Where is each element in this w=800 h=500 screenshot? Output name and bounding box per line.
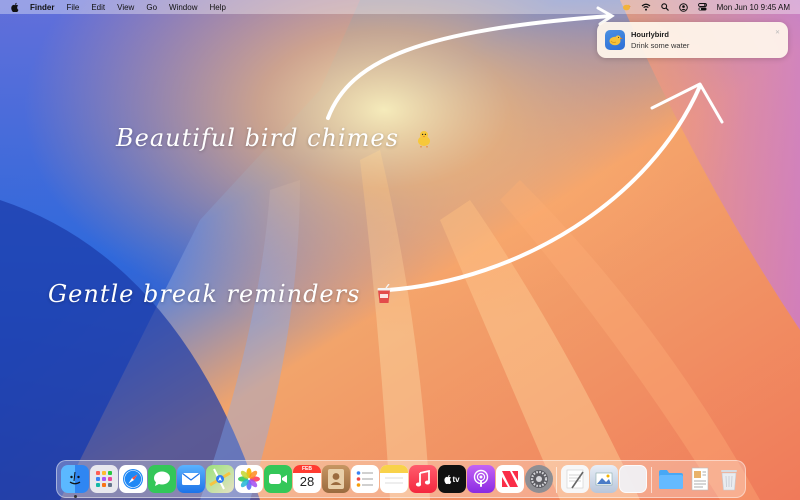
menu-file[interactable]: File <box>66 3 79 12</box>
notes-icon[interactable] <box>380 465 408 493</box>
contacts-icon[interactable] <box>322 465 350 493</box>
user-account-icon[interactable] <box>678 2 688 12</box>
notification-title: Hourlybird <box>631 30 669 39</box>
baby-chick-icon <box>414 126 434 154</box>
music-icon[interactable] <box>409 465 437 493</box>
photos-icon[interactable] <box>235 465 263 493</box>
menu-app-name[interactable]: Finder <box>30 3 54 12</box>
calendar-icon[interactable]: FEB 28 <box>293 465 321 493</box>
finder-icon[interactable] <box>61 465 89 493</box>
wifi-icon[interactable] <box>641 3 651 11</box>
calendar-day: 28 <box>299 474 315 489</box>
menu-go[interactable]: Go <box>146 3 157 12</box>
reminders-icon[interactable] <box>351 465 379 493</box>
calendar-month: FEB <box>293 465 321 473</box>
finder-running-indicator <box>73 495 77 498</box>
notification-close-icon[interactable]: ✕ <box>775 29 780 36</box>
trash-icon[interactable] <box>715 465 743 493</box>
menu-bar-clock[interactable]: Mon Jun 10 9:45 AM <box>717 3 790 12</box>
news-icon[interactable] <box>496 465 524 493</box>
apple-logo-icon[interactable] <box>10 2 20 12</box>
caption-bird-chimes-text: Beautiful bird chimes <box>116 124 399 152</box>
desktop-wallpaper <box>0 0 800 500</box>
document-icon[interactable] <box>686 465 714 493</box>
menu-help[interactable]: Help <box>209 3 225 12</box>
beverage-cup-icon <box>375 282 393 310</box>
menu-bar-extras: Mon Jun 10 9:45 AM <box>612 0 790 14</box>
control-center-icon[interactable] <box>697 3 707 11</box>
hourlybird-status-icon[interactable] <box>622 3 631 11</box>
menu-view[interactable]: View <box>117 3 134 12</box>
notification-message: Drink some water <box>631 41 690 50</box>
caption-bird-chimes: Beautiful bird chimes <box>116 124 434 154</box>
dock-divider <box>556 467 557 493</box>
tv-label: tv <box>452 474 460 484</box>
launchpad-icon[interactable] <box>90 465 118 493</box>
textedit-icon[interactable] <box>561 465 589 493</box>
safari-icon[interactable] <box>119 465 147 493</box>
menu-edit[interactable]: Edit <box>91 3 105 12</box>
hourlybird-app-icon <box>605 30 625 50</box>
dock-divider <box>651 467 652 493</box>
maps-icon[interactable] <box>206 465 234 493</box>
caption-break-reminders-text: Gentle break reminders <box>48 280 361 308</box>
menu-bar: Finder File Edit View Go Window Help Mon… <box>0 0 800 14</box>
mail-icon[interactable] <box>177 465 205 493</box>
caption-break-reminders: Gentle break reminders <box>48 280 393 310</box>
dock: FEB 28 tv <box>56 460 746 498</box>
messages-icon[interactable] <box>148 465 176 493</box>
folder-icon[interactable] <box>657 465 685 493</box>
blank-window-icon[interactable] <box>619 465 647 493</box>
system-settings-icon[interactable] <box>525 465 553 493</box>
preview-icon[interactable] <box>590 465 618 493</box>
notification-banner[interactable]: Hourlybird Drink some water ✕ <box>597 22 788 58</box>
menu-window[interactable]: Window <box>169 3 197 12</box>
facetime-icon[interactable] <box>264 465 292 493</box>
podcasts-icon[interactable] <box>467 465 495 493</box>
apple-tv-icon[interactable]: tv <box>438 465 466 493</box>
spotlight-search-icon[interactable] <box>660 3 669 11</box>
